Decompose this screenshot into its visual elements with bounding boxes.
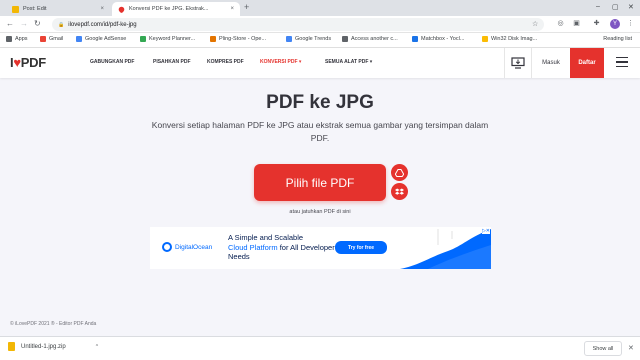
nav-all-pdf-tools[interactable]: SEMUA ALAT PDF ▾ bbox=[325, 59, 372, 65]
browser-tab-strip: Post: Edit × Konversi PDF ke JPG. Ekstra… bbox=[0, 0, 640, 16]
select-pdf-button[interactable]: Pilih file PDF bbox=[254, 164, 386, 201]
ad-try-free-button[interactable]: Try for free bbox=[335, 241, 387, 254]
login-link[interactable]: Masuk bbox=[534, 48, 568, 78]
post-edit-favicon-icon bbox=[12, 5, 19, 13]
ad-choices-icon[interactable]: ▷✕ bbox=[481, 228, 490, 234]
url-text: ilovepdf.com/id/pdf-ke-jpg bbox=[68, 21, 137, 28]
close-tab-icon[interactable]: × bbox=[230, 6, 234, 12]
signup-button[interactable]: Daftar bbox=[570, 48, 604, 78]
reload-icon[interactable]: ↻ bbox=[34, 19, 41, 28]
google-drive-icon bbox=[395, 168, 404, 177]
ad-line-1: A Simple and Scalable bbox=[228, 233, 304, 242]
show-all-downloads-button[interactable]: Show all bbox=[584, 341, 622, 356]
page-subtitle: Konversi setiap halaman PDF ke JPG atau … bbox=[151, 120, 489, 143]
browser-toolbar: ← → ↻ 🔒 ilovepdf.com/id/pdf-ke-jpg ☆ ◎ ▣… bbox=[0, 16, 640, 33]
reading-list-button[interactable]: Reading list bbox=[603, 36, 632, 42]
address-bar[interactable]: 🔒 ilovepdf.com/id/pdf-ke-jpg bbox=[52, 18, 544, 31]
adsense-icon bbox=[76, 36, 82, 42]
keyword-planner-icon bbox=[140, 36, 146, 42]
download-filename: Untitled-1.jpg.zip bbox=[21, 343, 66, 350]
bookmark-label: Access another c... bbox=[351, 36, 398, 42]
extension-icon[interactable]: ◎ bbox=[556, 19, 565, 28]
win32-disk-imager-icon bbox=[482, 36, 488, 42]
heart-icon: ♥ bbox=[13, 55, 21, 70]
bookmark-label: Matchbox - Yocl... bbox=[421, 36, 465, 42]
browser-menu-icon[interactable]: ⋮ bbox=[626, 19, 635, 28]
ad-wave-illustration bbox=[400, 227, 491, 269]
maximize-icon[interactable]: ▢ bbox=[612, 3, 619, 11]
bookmark-label: Google Trends bbox=[295, 36, 332, 42]
drop-files-hint: atau jatuhkan PDF di sini bbox=[289, 209, 351, 215]
download-shelf: Untitled-1.jpg.zip ^ Show all ✕ bbox=[0, 336, 640, 360]
bookmark-label: Google AdSense bbox=[85, 36, 127, 42]
close-tab-icon[interactable]: × bbox=[100, 6, 104, 12]
nav-compress-pdf[interactable]: KOMPRES PDF bbox=[207, 59, 244, 65]
tab-post-edit[interactable]: Post: Edit × bbox=[6, 2, 110, 16]
site-footer: © iLovePDF 2021 ® - Editor PDF Anda bbox=[10, 321, 97, 327]
forward-icon[interactable]: → bbox=[20, 19, 28, 28]
minimize-icon[interactable]: – bbox=[596, 3, 600, 10]
ilovepdf-favicon-icon bbox=[117, 5, 126, 13]
google-drive-button[interactable] bbox=[391, 164, 408, 181]
dropbox-icon bbox=[395, 188, 404, 195]
bookmark-adsense[interactable]: Google AdSense bbox=[76, 36, 126, 42]
hamburger-menu-icon[interactable] bbox=[616, 57, 628, 70]
bookmark-keyword-planner[interactable]: Keyword Planner... bbox=[140, 36, 195, 42]
nav-merge-pdf[interactable]: GABUNGKAN PDF bbox=[90, 59, 134, 65]
bookmark-matchbox[interactable]: Matchbox - Yocl... bbox=[412, 36, 464, 42]
bookmark-access-another[interactable]: Access another c... bbox=[342, 36, 398, 42]
zip-file-icon bbox=[8, 342, 15, 351]
bookmark-star-icon[interactable]: ☆ bbox=[532, 20, 538, 28]
digitalocean-ad-banner[interactable]: DigitalOcean A Simple and Scalable Cloud… bbox=[150, 227, 491, 269]
bookmark-google-trends[interactable]: Google Trends bbox=[286, 36, 331, 42]
ad-line-2: Cloud Platform bbox=[228, 242, 278, 252]
matchbox-icon bbox=[412, 36, 418, 42]
dropbox-button[interactable] bbox=[391, 183, 408, 200]
bookmark-label: Keyword Planner... bbox=[149, 36, 196, 42]
bookmark-pling-store[interactable]: Pling-Store - Ope... bbox=[210, 36, 266, 42]
bookmarks-bar: Apps Gmail Google AdSense Keyword Planne… bbox=[0, 33, 640, 48]
apps-grid-icon bbox=[6, 36, 12, 42]
nav-split-pdf[interactable]: PISAHKAN PDF bbox=[153, 59, 191, 65]
bookmark-label: Win32 Disk Imag... bbox=[491, 36, 538, 42]
tab-title: Post: Edit bbox=[23, 6, 47, 12]
folder-icon bbox=[342, 36, 348, 42]
new-tab-button[interactable]: + bbox=[244, 2, 249, 12]
bookmark-apps[interactable]: Apps bbox=[6, 36, 28, 42]
close-shelf-icon[interactable]: ✕ bbox=[628, 344, 634, 352]
pling-store-icon bbox=[210, 36, 216, 42]
gmail-icon bbox=[40, 36, 46, 42]
ad-headline: A Simple and Scalable Cloud Platform for… bbox=[228, 233, 338, 262]
bookmark-gmail[interactable]: Gmail bbox=[40, 36, 63, 42]
lock-icon: 🔒 bbox=[58, 21, 65, 28]
back-icon[interactable]: ← bbox=[6, 19, 14, 28]
profile-avatar[interactable]: Y bbox=[610, 19, 620, 29]
nav-convert-pdf[interactable]: KONVERSI PDF ▾ bbox=[260, 59, 301, 65]
chevron-up-icon[interactable]: ^ bbox=[96, 344, 98, 350]
extensions-puzzle-icon[interactable]: ✚ bbox=[592, 19, 601, 28]
tab-title: Konversi PDF ke JPG. Ekstrak... bbox=[129, 6, 209, 12]
digitalocean-logo: DigitalOcean bbox=[162, 242, 212, 252]
bookmark-label: Apps bbox=[15, 36, 28, 42]
ad-brand: DigitalOcean bbox=[175, 243, 213, 251]
desktop-app-button[interactable] bbox=[504, 48, 532, 78]
logo-pdf: PDF bbox=[20, 55, 46, 70]
tab-ilovepdf[interactable]: Konversi PDF ke JPG. Ekstrak... × bbox=[112, 2, 240, 16]
bookmark-win32-disk-imager[interactable]: Win32 Disk Imag... bbox=[482, 36, 537, 42]
close-window-icon[interactable]: ✕ bbox=[628, 3, 634, 11]
download-item[interactable]: Untitled-1.jpg.zip ^ bbox=[8, 342, 98, 351]
page-title: PDF ke JPG bbox=[266, 92, 374, 113]
google-trends-icon bbox=[286, 36, 292, 42]
site-header: I♥PDF GABUNGKAN PDF PISAHKAN PDF KOMPRES… bbox=[0, 48, 640, 78]
bookmark-label: Gmail bbox=[49, 36, 64, 42]
digitalocean-icon bbox=[162, 242, 172, 252]
ilovepdf-logo[interactable]: I♥PDF bbox=[10, 55, 46, 70]
desktop-download-icon bbox=[511, 57, 525, 69]
cast-icon[interactable]: ▣ bbox=[572, 19, 581, 28]
bookmark-label: Pling-Store - Ope... bbox=[219, 36, 267, 42]
